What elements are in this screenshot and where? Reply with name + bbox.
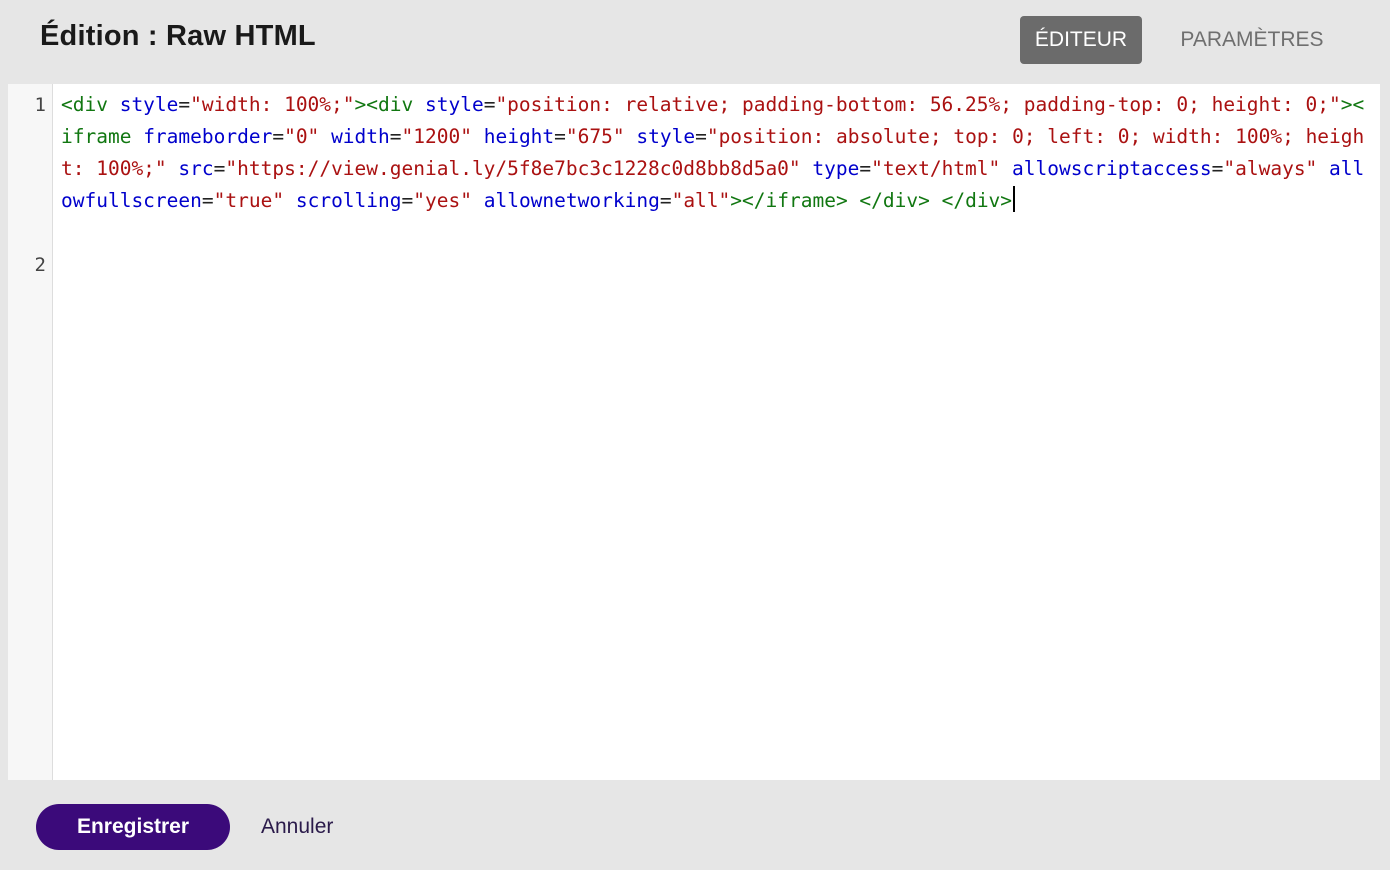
code-token-punc: = (201, 189, 214, 212)
code-token-punc: = (483, 93, 496, 116)
code-token-punc: = (659, 189, 672, 212)
code-token-tag: ></iframe> </div> </div> (730, 189, 1013, 212)
code-token-punc (284, 189, 296, 212)
code-token-attr: src (178, 157, 214, 180)
code-token-attr: allowscriptaccess (1012, 157, 1212, 180)
code-token-punc (472, 125, 484, 148)
code-editor[interactable]: 1 2 <div style="width: 100%;"><div style… (8, 84, 1380, 780)
code-content[interactable]: <div style="width: 100%;"><div style="po… (61, 89, 1371, 249)
code-token-punc (801, 157, 813, 180)
code-token-punc: = (389, 125, 402, 148)
code-token-punc: = (695, 125, 707, 148)
code-token-str: "always" (1223, 157, 1318, 180)
code-token-punc: = (554, 125, 566, 148)
code-token-str: "0" (284, 125, 320, 148)
line-number: 2 (34, 254, 46, 276)
code-token-str: "1200" (401, 125, 472, 148)
code-line[interactable]: <div style="width: 100%;"><div style="po… (61, 89, 1371, 217)
dialog-footer: Enregistrer Annuler (0, 780, 1390, 870)
code-token-attr: height (483, 125, 555, 148)
tab-settings[interactable]: PARAMÈTRES (1166, 16, 1338, 64)
dialog-title: Édition : Raw HTML (40, 20, 316, 52)
code-token-attr: width (331, 125, 390, 148)
code-token-punc (1000, 157, 1012, 180)
code-token-str: "true" (213, 189, 285, 212)
code-token-attr: scrolling (295, 189, 402, 212)
code-token-punc: = (859, 157, 872, 180)
save-button[interactable]: Enregistrer (36, 804, 230, 850)
code-token-attr: allownetworking (483, 189, 660, 212)
code-token-punc: = (1211, 157, 1224, 180)
code-token-punc (625, 125, 637, 148)
code-token-str: "text/html" (871, 157, 1001, 180)
text-cursor (1013, 186, 1016, 212)
line-number-gutter: 1 2 (8, 84, 53, 780)
code-token-str: "675" (565, 125, 625, 148)
code-token-punc (167, 157, 179, 180)
code-token-str: "yes" (413, 189, 472, 212)
code-token-attr: type (812, 157, 860, 180)
code-token-str: "https://view.genial.ly/5f8e7bc3c1228c0d… (225, 157, 801, 180)
code-token-str: "width: 100%;" (190, 93, 355, 116)
code-token-attr: style (119, 93, 179, 116)
tab-editor[interactable]: ÉDITEUR (1020, 16, 1142, 64)
code-token-punc: = (401, 189, 414, 212)
code-token-attr: style (424, 93, 484, 116)
code-line[interactable]: ​ (61, 217, 1371, 249)
code-token-punc (319, 125, 331, 148)
code-token-attr: frameborder (143, 125, 273, 148)
dialog-header: Édition : Raw HTML ÉDITEUR PARAMÈTRES (0, 0, 1390, 84)
code-token-str: "position: relative; padding-bottom: 56.… (495, 93, 1341, 116)
code-token-attr: style (636, 125, 696, 148)
code-token-tag: ><div (354, 93, 425, 116)
code-token-punc: = (178, 93, 191, 116)
code-token-tag: <div (61, 93, 120, 116)
code-token-punc: = (272, 125, 285, 148)
line-number: 1 (34, 94, 46, 116)
code-token-str: "all" (671, 189, 731, 212)
code-token-punc (1317, 157, 1329, 180)
code-token-punc (472, 189, 484, 212)
cancel-button[interactable]: Annuler (261, 804, 333, 850)
code-token-punc: = (213, 157, 226, 180)
